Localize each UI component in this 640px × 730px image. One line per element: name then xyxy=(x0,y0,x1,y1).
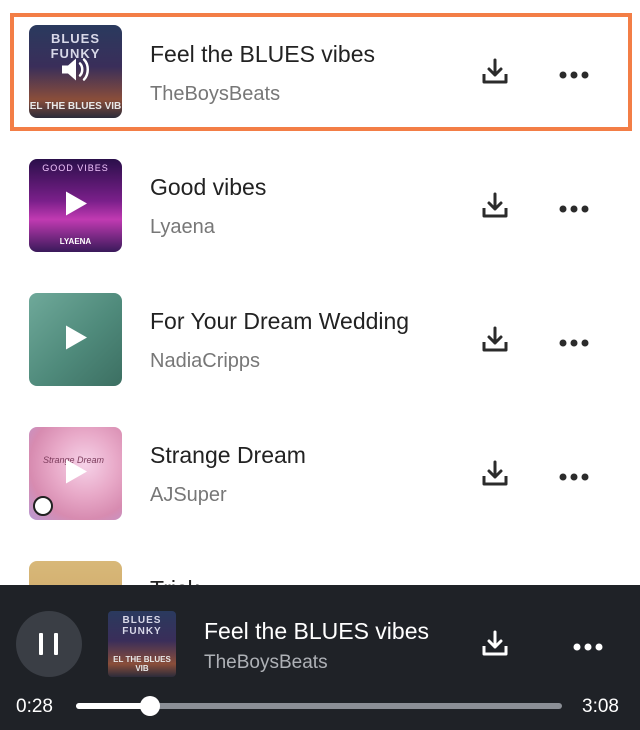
track-title: Trick xyxy=(150,576,199,585)
cover-subtext: LYAENA xyxy=(59,237,92,246)
track-title: For Your Dream Wedding xyxy=(150,308,410,334)
pause-icon xyxy=(39,633,43,655)
track-item-strange-dream[interactable]: Strange Dream Strange Dream AJSuper xyxy=(0,406,640,540)
album-cover[interactable]: BLUES FUNKY EL THE BLUES VIB xyxy=(29,25,122,118)
track-artist: AJSuper xyxy=(150,484,227,506)
download-icon[interactable] xyxy=(480,629,510,659)
album-cover[interactable] xyxy=(29,293,122,386)
total-time: 3:08 xyxy=(582,696,619,717)
current-time: 0:28 xyxy=(16,696,53,717)
play-icon xyxy=(63,323,89,356)
now-playing-cover: BLUES FUNKY EL THE BLUES VIB xyxy=(108,611,176,677)
seek-progress xyxy=(76,703,150,709)
artist-badge-icon xyxy=(33,496,53,516)
cover-subtext: EL THE BLUES VIB xyxy=(29,101,122,112)
now-playing-artist: TheBoysBeats xyxy=(204,652,328,673)
track-title: Feel the BLUES vibes xyxy=(150,41,376,67)
track-title: Strange Dream xyxy=(150,442,306,468)
cover-text: BLUES FUNKY xyxy=(122,615,162,637)
pause-button[interactable] xyxy=(16,611,82,677)
album-cover[interactable]: Strange Dream xyxy=(29,427,122,520)
track-item-for-your-dream-wedding[interactable]: For Your Dream Wedding NadiaCripps xyxy=(0,272,640,406)
play-icon xyxy=(63,189,89,222)
track-item-feel-the-blues-vibes[interactable]: BLUES FUNKY EL THE BLUES VIB Feel the BL… xyxy=(10,13,632,131)
download-icon[interactable] xyxy=(480,459,510,489)
more-icon[interactable] xyxy=(558,201,590,213)
album-cover[interactable]: GOOD VIBES LYAENA xyxy=(29,159,122,252)
more-icon[interactable] xyxy=(558,469,590,481)
cover-subtext: EL THE BLUES VIB xyxy=(113,655,171,673)
cover-text: GOOD VIBES xyxy=(42,163,109,173)
track-artist: NadiaCripps xyxy=(150,350,261,372)
track-artist: TheBoysBeats xyxy=(150,83,281,105)
speaker-icon xyxy=(59,54,93,89)
more-icon[interactable] xyxy=(572,639,604,651)
track-title: Good vibes xyxy=(150,174,267,200)
album-cover[interactable] xyxy=(29,561,122,585)
track-artist: Lyaena xyxy=(150,216,215,238)
download-icon[interactable] xyxy=(480,191,510,221)
more-icon[interactable] xyxy=(558,67,590,79)
download-icon[interactable] xyxy=(480,325,510,355)
seek-handle[interactable] xyxy=(139,696,160,716)
track-item-good-vibes[interactable]: GOOD VIBES LYAENA Good vibes Lyaena xyxy=(0,138,640,272)
play-icon xyxy=(63,457,89,490)
download-icon[interactable] xyxy=(480,57,510,87)
seek-bar[interactable] xyxy=(76,696,562,716)
track-item-trick[interactable]: Trick xyxy=(0,540,640,585)
track-list: BLUES FUNKY EL THE BLUES VIB Feel the BL… xyxy=(0,0,640,585)
more-icon[interactable] xyxy=(558,335,590,347)
now-playing-title: Feel the BLUES vibes xyxy=(204,618,430,644)
now-playing-bar: BLUES FUNKY EL THE BLUES VIB Feel the BL… xyxy=(0,585,640,730)
